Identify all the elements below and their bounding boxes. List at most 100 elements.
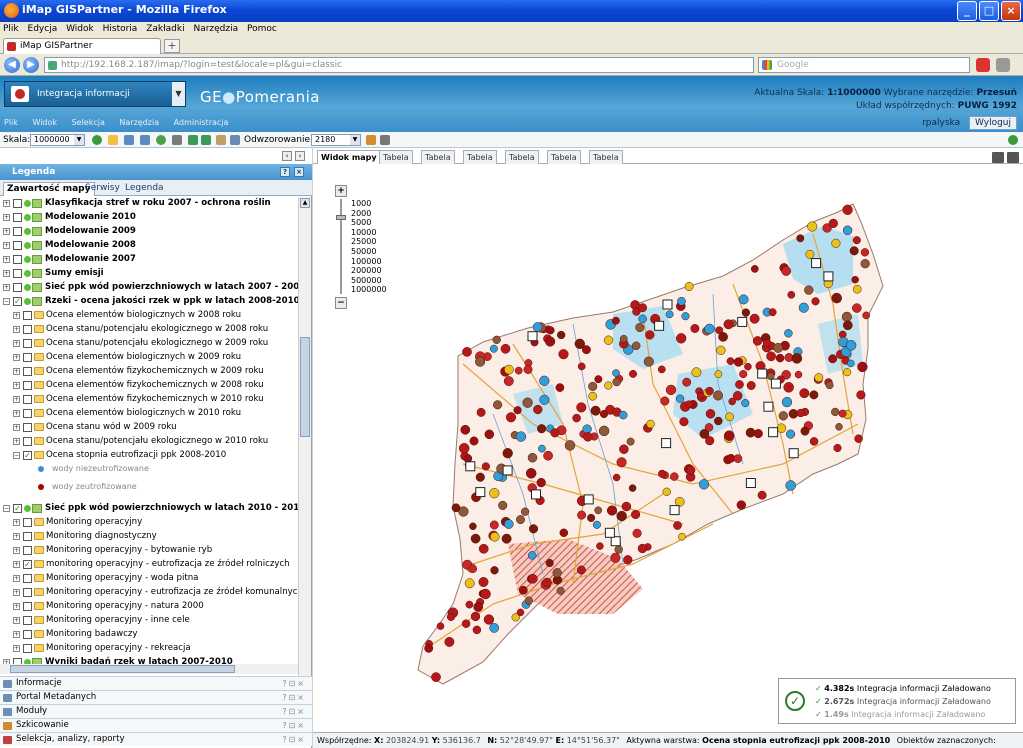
monitoring-point[interactable]: [513, 406, 522, 415]
monitoring-point[interactable]: [490, 566, 499, 575]
monitoring-point[interactable]: [828, 218, 838, 229]
monitoring-point[interactable]: [833, 443, 842, 453]
zoom-out-icon[interactable]: [140, 135, 150, 145]
monitoring-point[interactable]: [794, 370, 803, 379]
monitoring-point[interactable]: [750, 265, 759, 273]
monitoring-point[interactable]: [690, 324, 700, 333]
monitoring-point[interactable]: [576, 565, 586, 575]
panel-controls-icon[interactable]: ?⊡×: [282, 691, 306, 704]
zoom-level[interactable]: 1000: [351, 199, 387, 209]
monitoring-point[interactable]: [612, 377, 621, 387]
scrollbar-thumb[interactable]: [300, 337, 310, 437]
select-icon[interactable]: [230, 135, 240, 145]
panel-metadata[interactable]: Portal Metadanych ?⊡×: [0, 690, 312, 704]
new-tab-button[interactable]: +: [164, 39, 180, 53]
monitoring-point[interactable]: [483, 614, 495, 625]
station-symbol[interactable]: [768, 427, 779, 438]
monitoring-point[interactable]: [628, 484, 637, 492]
monitoring-point[interactable]: [665, 384, 677, 396]
station-symbol[interactable]: [583, 494, 594, 505]
station-symbol[interactable]: [788, 448, 799, 459]
print-icon[interactable]: [380, 135, 390, 145]
monitoring-point[interactable]: [838, 409, 847, 418]
monitoring-point[interactable]: [799, 388, 810, 399]
monitoring-point[interactable]: [704, 423, 714, 432]
monitoring-point[interactable]: [581, 345, 591, 355]
monitoring-point[interactable]: [480, 588, 491, 600]
app-menu-view[interactable]: Widok: [32, 118, 57, 127]
panel-controls-icon[interactable]: ?⊡×: [282, 719, 306, 732]
app-menu-selection[interactable]: Selekcja: [72, 118, 105, 127]
monitoring-point[interactable]: [842, 225, 853, 236]
monitoring-point[interactable]: [807, 221, 818, 232]
monitoring-point[interactable]: [691, 367, 702, 378]
monitoring-point[interactable]: [626, 437, 635, 446]
monitoring-point[interactable]: [489, 520, 499, 530]
station-symbol[interactable]: [757, 368, 768, 379]
station-symbol[interactable]: [745, 478, 756, 488]
monitoring-point[interactable]: [619, 444, 629, 454]
monitoring-point[interactable]: [489, 623, 500, 633]
monitoring-point[interactable]: [631, 341, 641, 351]
monitoring-point[interactable]: [753, 429, 763, 439]
monitoring-point[interactable]: [705, 409, 716, 419]
monitoring-point[interactable]: [809, 437, 819, 446]
monitoring-point[interactable]: [451, 503, 461, 513]
monitoring-point[interactable]: [481, 462, 490, 471]
zoom-level[interactable]: 1000000: [351, 285, 387, 295]
zoom-out-button[interactable]: −: [335, 297, 347, 309]
monitoring-point[interactable]: [657, 365, 666, 374]
monitoring-point[interactable]: [733, 454, 743, 463]
monitoring-point[interactable]: [528, 524, 539, 534]
monitoring-point[interactable]: [860, 259, 870, 269]
monitoring-point[interactable]: [557, 330, 566, 340]
map-canvas[interactable]: [313, 164, 1023, 732]
monitoring-point[interactable]: [603, 335, 614, 345]
folder-icon[interactable]: [366, 135, 376, 145]
station-symbol[interactable]: [811, 258, 822, 269]
monitoring-point[interactable]: [475, 356, 486, 367]
monitoring-point[interactable]: [473, 602, 484, 612]
tab-legend[interactable]: Legenda: [122, 182, 167, 196]
monitoring-point[interactable]: [745, 427, 756, 438]
monitoring-point[interactable]: [741, 308, 751, 317]
monitoring-point[interactable]: [475, 472, 485, 482]
horizontal-scrollbar-thumb[interactable]: [10, 665, 235, 673]
monitoring-point[interactable]: [681, 312, 690, 321]
station-symbol[interactable]: [823, 271, 834, 282]
monitoring-point[interactable]: [498, 500, 508, 510]
monitoring-point[interactable]: [851, 275, 859, 284]
horizontal-scrollbar[interactable]: [0, 664, 298, 674]
monitoring-point[interactable]: [831, 407, 840, 417]
menu-file[interactable]: Plik: [0, 22, 22, 36]
monitoring-point[interactable]: [539, 375, 550, 386]
station-symbol[interactable]: [604, 527, 615, 538]
monitoring-point[interactable]: [604, 381, 613, 390]
monitoring-point[interactable]: [841, 311, 852, 322]
monitoring-point[interactable]: [757, 490, 767, 500]
panel-controls-icon[interactable]: ?⊡×: [282, 705, 306, 718]
chat-icon[interactable]: [992, 152, 1004, 163]
panel-sketch[interactable]: Szkicowanie ?⊡×: [0, 718, 312, 732]
monitoring-point[interactable]: [646, 419, 655, 429]
monitoring-point[interactable]: [611, 316, 620, 325]
monitoring-point[interactable]: [545, 558, 554, 568]
monitoring-point[interactable]: [478, 543, 489, 554]
monitoring-point[interactable]: [533, 404, 543, 415]
monitoring-point[interactable]: [524, 596, 533, 605]
scroll-up-icon[interactable]: ▲: [300, 198, 310, 208]
monitoring-point[interactable]: [490, 532, 500, 542]
url-bar[interactable]: http://192.168.2.187/imap/?login=test&lo…: [44, 57, 754, 73]
monitoring-point[interactable]: [558, 349, 569, 360]
monitoring-point[interactable]: [629, 369, 637, 378]
monitoring-point[interactable]: [658, 469, 667, 478]
measure-icon[interactable]: [172, 135, 182, 145]
monitoring-point[interactable]: [489, 488, 500, 499]
monitoring-point[interactable]: [465, 600, 474, 609]
monitoring-point[interactable]: [852, 236, 861, 245]
station-symbol[interactable]: [662, 299, 673, 310]
extent-icon[interactable]: [108, 135, 118, 145]
zoom-level[interactable]: 200000: [351, 266, 387, 276]
monitoring-point[interactable]: [746, 381, 756, 390]
station-symbol[interactable]: [502, 465, 513, 476]
